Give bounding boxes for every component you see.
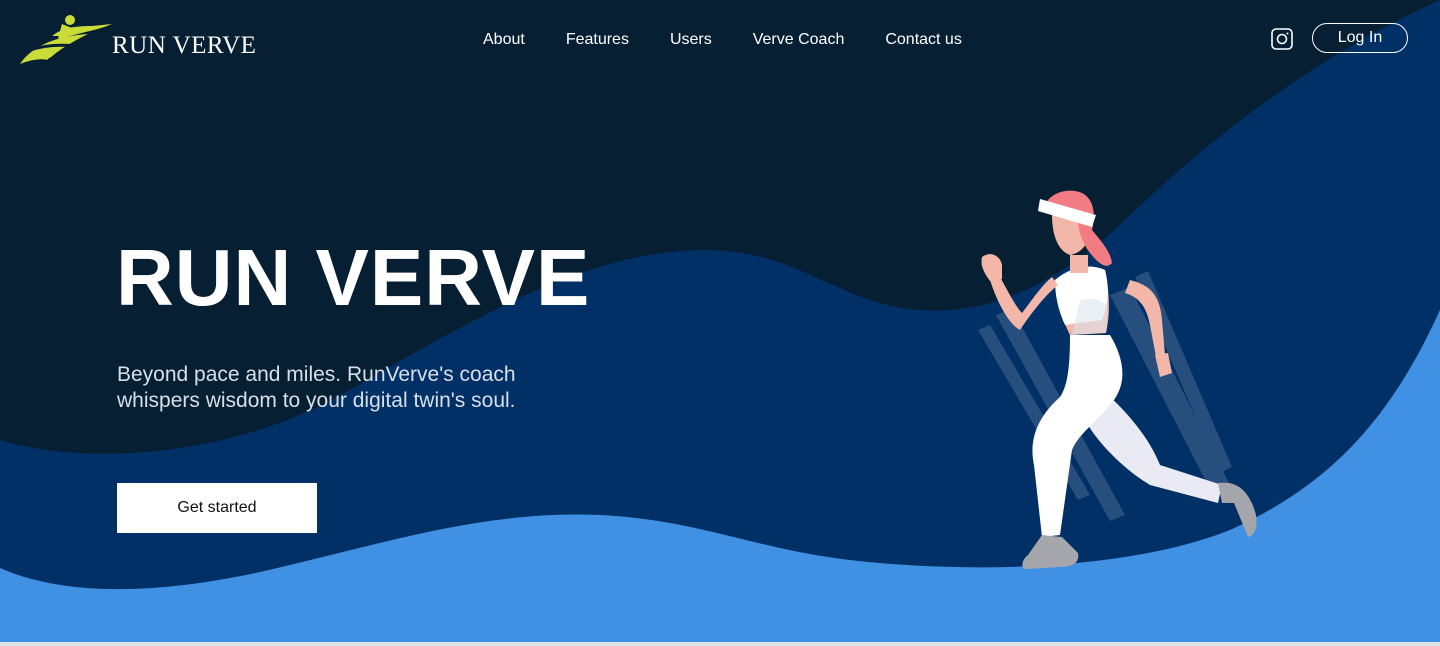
instagram-icon[interactable] [1271, 28, 1293, 50]
nav-link-about[interactable]: About [483, 31, 525, 49]
runner-swoosh-logo-icon [20, 15, 112, 64]
bottom-divider [0, 642, 1440, 646]
running-woman-illustration [978, 190, 1257, 569]
nav-link-verve-coach[interactable]: Verve Coach [753, 31, 845, 49]
login-button[interactable]: Log In [1312, 23, 1408, 53]
nav-link-contact-us[interactable]: Contact us [885, 31, 961, 49]
hero-section: RUN VERVE About Features Users Verve Coa… [0, 0, 1440, 646]
nav-link-features[interactable]: Features [566, 31, 629, 49]
main-nav: About Features Users Verve Coach Contact… [483, 31, 1003, 49]
brand-name: RUN VERVE [112, 32, 257, 59]
hero-subtitle: Beyond pace and miles. RunVerve's coach … [117, 363, 516, 412]
get-started-button[interactable]: Get started [117, 483, 317, 533]
hero-title: RUN VERVE [116, 233, 591, 322]
nav-link-users[interactable]: Users [670, 31, 712, 49]
brand-logo[interactable]: RUN VERVE [18, 14, 256, 68]
